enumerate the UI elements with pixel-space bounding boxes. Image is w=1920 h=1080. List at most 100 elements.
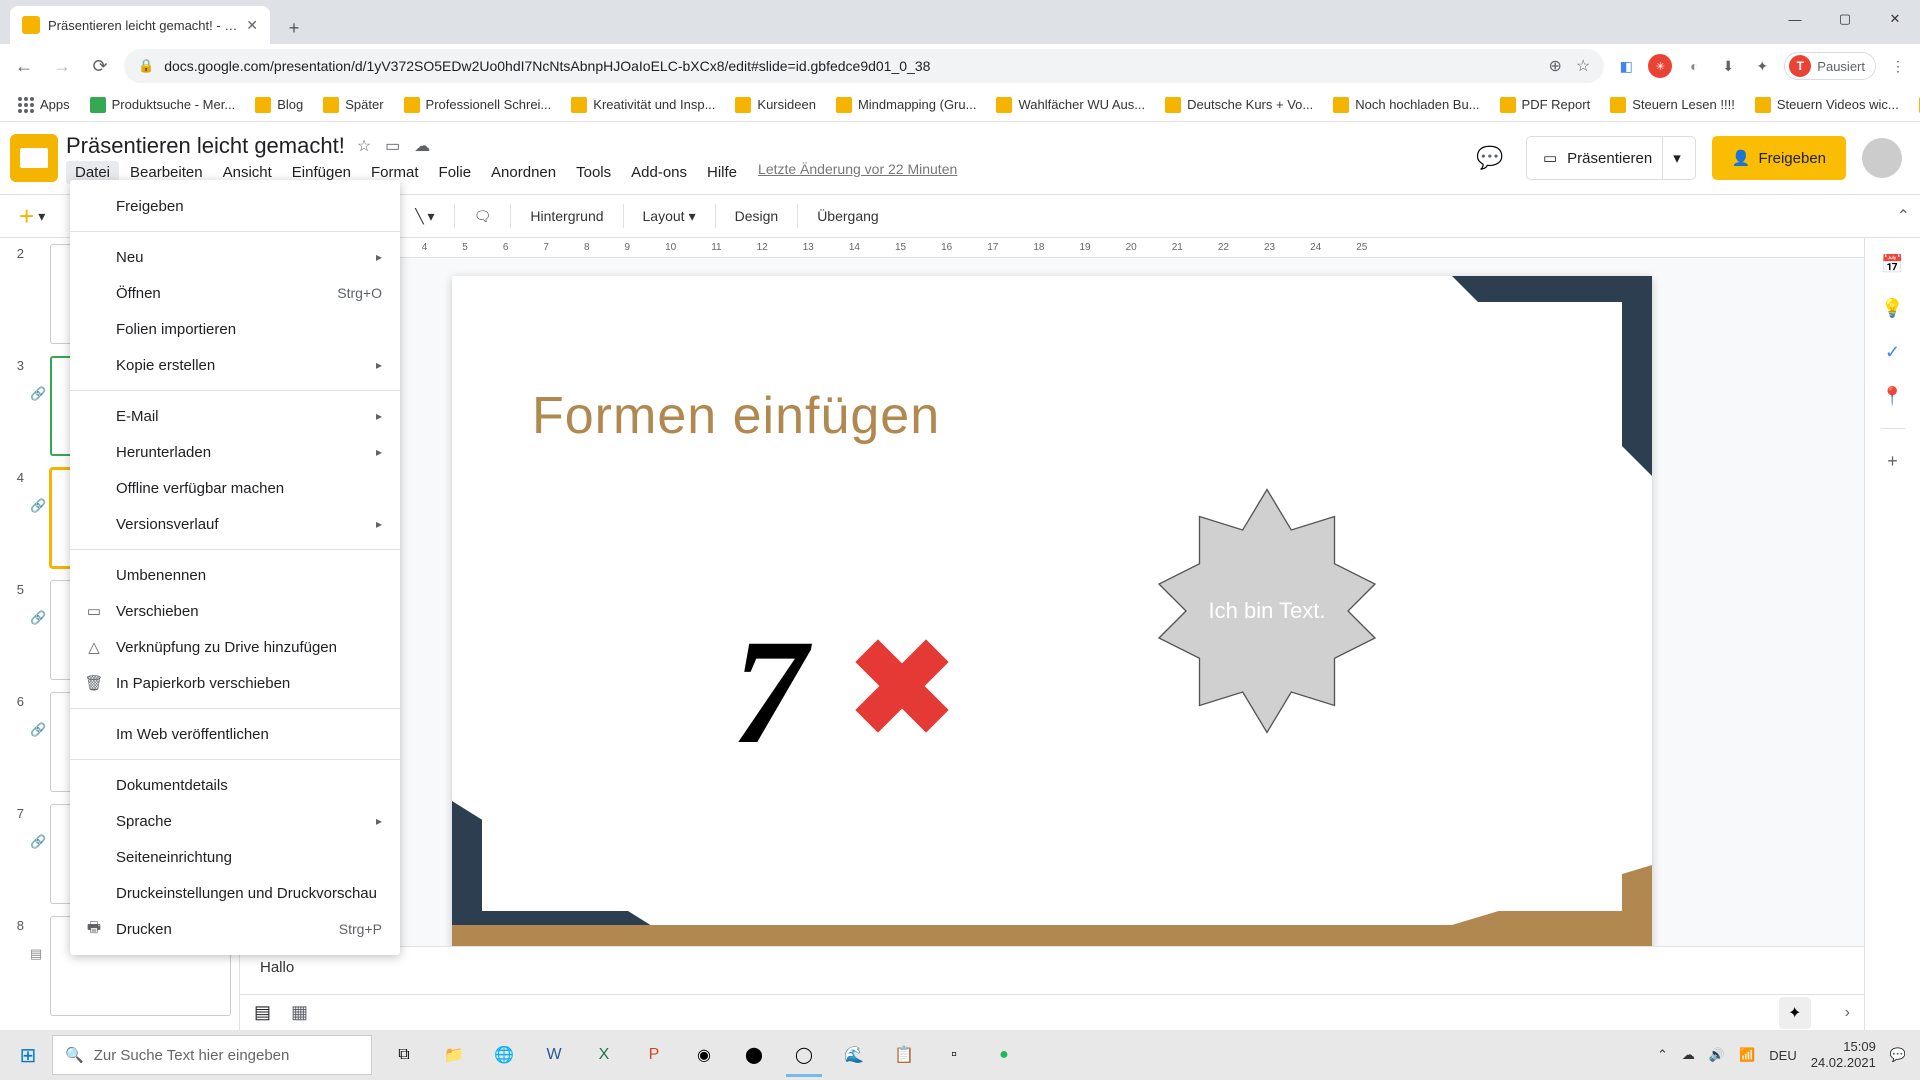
forward-button[interactable]: → [48,52,76,80]
menu-freigeben[interactable]: Freigeben [70,188,400,224]
back-button[interactable]: ← [10,52,38,80]
slide-title-text[interactable]: Formen einfügen [532,386,940,446]
bookmark-item[interactable]: Blog [247,93,311,117]
slides-logo-icon[interactable] [10,134,58,182]
menu-seiteneinrichtung[interactable]: Seiteneinrichtung [70,839,400,875]
menu-folie[interactable]: Folie [430,161,481,184]
extension-icon[interactable]: ⬇ [1716,54,1740,78]
maximize-button[interactable]: ▢ [1820,0,1870,38]
spotify-icon[interactable]: ● [980,1033,1028,1077]
line-tool[interactable]: ╲ ▾ [406,203,443,230]
close-tab-icon[interactable]: ✕ [246,17,258,34]
slide-number-seven[interactable]: 7 [732,606,807,778]
extensions-menu-icon[interactable]: ✦ [1750,54,1774,78]
filmstrip-view-icon[interactable]: ▤ [254,1002,271,1023]
comments-button[interactable]: 💬 [1470,138,1510,178]
extension-icon[interactable]: ◐ [1682,54,1706,78]
bookmark-item[interactable]: Steuern Lesen !!!! [1602,93,1743,117]
start-button[interactable]: ⊞ [4,1033,52,1077]
explore-button[interactable]: ✦ [1779,997,1811,1029]
address-bar[interactable]: 🔒 docs.google.com/presentation/d/1yV372S… [124,49,1604,83]
close-window-button[interactable]: ✕ [1870,0,1920,38]
comment-tool[interactable]: 🗨 [465,203,501,230]
menu-hilfe[interactable]: Hilfe [698,161,746,184]
edge-legacy-icon[interactable]: 🌐 [480,1033,528,1077]
bookmark-item[interactable]: Kursideen [727,93,824,117]
menu-email[interactable]: E-Mail▸ [70,398,400,434]
edge-icon[interactable]: 🌊 [830,1033,878,1077]
minimize-button[interactable]: — [1770,0,1820,38]
menu-anordnen[interactable]: Anordnen [482,161,565,184]
task-view-icon[interactable]: ⧉ [380,1033,428,1077]
menu-druckeinstellungen[interactable]: Druckeinstellungen und Druckvorschau [70,875,400,911]
wifi-icon[interactable]: 📶 [1739,1047,1755,1063]
present-button[interactable]: ▭ Präsentieren ▾ [1526,136,1696,180]
bookmark-item[interactable]: Mindmapping (Gru... [828,93,985,117]
chevron-right-icon[interactable]: › [1845,1004,1850,1022]
calendar-icon[interactable]: 📅 [1881,252,1905,276]
transition-button[interactable]: Übergang [808,203,888,229]
bookmark-item[interactable]: Kreativität und Insp... [563,93,723,117]
speaker-notes[interactable]: Hallo [240,946,1864,994]
share-button[interactable]: 👤 Freigeben [1712,136,1846,180]
volume-icon[interactable]: 🔊 [1709,1047,1725,1063]
menu-offline[interactable]: Offline verfügbar machen [70,470,400,506]
excel-icon[interactable]: X [580,1033,628,1077]
bookmark-item[interactable]: Deutsche Kurs + Vo... [1157,93,1321,117]
reload-button[interactable]: ⟳ [86,52,114,80]
zoom-icon[interactable]: ⊕ [1549,56,1562,76]
menu-herunterladen[interactable]: Herunterladen▸ [70,434,400,470]
profile-button[interactable]: T Pausiert [1784,52,1876,80]
bookmark-item[interactable]: Wahlfächer WU Aus... [988,93,1153,117]
bookmark-item[interactable]: Produktsuche - Mer... [82,93,244,117]
bookmark-item[interactable]: Professionell Schrei... [396,93,560,117]
powerpoint-icon[interactable]: P [630,1033,678,1077]
new-tab-button[interactable]: + [278,12,310,44]
tasks-icon[interactable]: ✓ [1881,340,1905,364]
menu-papierkorb[interactable]: 🗑In Papierkorb verschieben [70,665,400,701]
last-edit-link[interactable]: Letzte Änderung vor 22 Minuten [758,161,957,184]
bookmark-item[interactable]: Noch hochladen Bu... [1325,93,1487,117]
obs-icon[interactable]: ⬤ [730,1033,778,1077]
design-button[interactable]: Design [726,203,788,229]
move-document-icon[interactable]: ▭ [385,136,400,156]
menu-kopie-erstellen[interactable]: Kopie erstellen▸ [70,347,400,383]
bookmark-item[interactable]: PDF Report [1492,93,1599,117]
red-cross-shape[interactable] [852,636,952,736]
menu-versionsverlauf[interactable]: Versionsverlauf▸ [70,506,400,542]
menu-folien-importieren[interactable]: Folien importieren [70,311,400,347]
apps-bookmark[interactable]: Apps [10,93,78,117]
menu-oeffnen[interactable]: ÖffnenStrg+O [70,275,400,311]
layout-button[interactable]: Layout ▾ [634,203,705,230]
star-icon[interactable]: ☆ [1576,56,1590,76]
maps-icon[interactable]: 📍 [1881,384,1905,408]
slide-canvas[interactable]: Formen einfügen 7 Ich bin Text. [452,276,1652,946]
bookmark-item[interactable]: Steuern Videos wic... [1747,93,1907,117]
document-title[interactable]: Präsentieren leicht gemacht! [66,133,345,159]
browser-tab[interactable]: Präsentieren leicht gemacht! - G... ✕ [10,6,270,44]
menu-verschieben[interactable]: ▭Verschieben [70,593,400,629]
new-slide-button[interactable]: +▾ [10,196,54,237]
app-icon[interactable]: ▫ [930,1033,978,1077]
menu-tools[interactable]: Tools [567,161,620,184]
chrome-menu-icon[interactable]: ⋮ [1886,54,1910,78]
menu-neu[interactable]: Neu▸ [70,239,400,275]
chrome-icon[interactable]: ◯ [780,1033,828,1077]
file-explorer-icon[interactable]: 📁 [430,1033,478,1077]
grid-view-icon[interactable]: ▦ [291,1002,308,1023]
menu-dokumentdetails[interactable]: Dokumentdetails [70,767,400,803]
star-burst-shape[interactable]: Ich bin Text. [1132,476,1402,746]
language-indicator[interactable]: DEU [1769,1048,1796,1063]
onedrive-icon[interactable]: ☁ [1682,1047,1695,1063]
word-icon[interactable]: W [530,1033,578,1077]
windows-search[interactable]: 🔍 Zur Suche Text hier eingeben [52,1035,372,1075]
menu-drucken[interactable]: 🖶DruckenStrg+P [70,911,400,947]
menu-verknuepfung[interactable]: △Verknüpfung zu Drive hinzufügen [70,629,400,665]
account-avatar[interactable] [1862,138,1902,178]
bookmark-item[interactable]: Später [315,93,391,117]
tray-chevron-icon[interactable]: ⌃ [1657,1047,1668,1063]
collapse-toolbar-icon[interactable]: ⌃ [1897,206,1910,226]
star-document-icon[interactable]: ☆ [357,136,371,156]
extension-icon[interactable]: ✳ [1648,54,1672,78]
add-addon-icon[interactable]: + [1881,449,1905,473]
